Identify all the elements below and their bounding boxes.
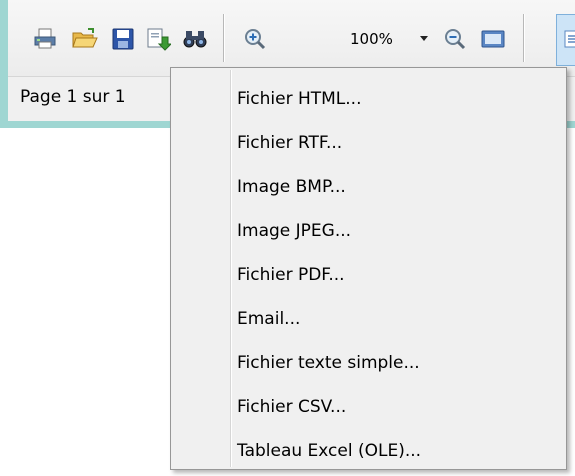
zoom-value: 100% [350, 30, 393, 48]
menu-item-label: Image BMP... [237, 177, 346, 197]
find-icon [183, 31, 207, 48]
export-menu: Fichier HTML... Fichier RTF... Image BMP… [170, 67, 567, 470]
print-icon [34, 28, 56, 49]
menu-item-html[interactable]: Fichier HTML... [173, 78, 564, 120]
menu-item-bmp[interactable]: Image BMP... [173, 166, 564, 208]
print-button[interactable] [30, 24, 60, 54]
zoom-in-icon [245, 29, 266, 50]
page-view-button[interactable] [478, 24, 508, 54]
menu-item-pdf[interactable]: Fichier PDF... [173, 254, 564, 296]
menu-item-email[interactable]: Email... [173, 298, 564, 340]
menu-item-label: Email... [237, 309, 301, 329]
document-list-icon [564, 30, 575, 48]
menu-item-rtf[interactable]: Fichier RTF... [173, 122, 564, 164]
zoom-select[interactable]: 100% [340, 24, 436, 54]
menu-item-label: Fichier RTF... [237, 133, 343, 153]
toolbar: 100% [8, 0, 575, 76]
menu-item-label: Image JPEG... [237, 221, 352, 241]
menu-item-label: Fichier PDF... [237, 265, 345, 285]
save-icon [112, 28, 134, 50]
menu-item-label: Fichier HTML... [237, 89, 362, 109]
zoom-in-button[interactable] [240, 24, 270, 54]
page-view-icon [481, 30, 505, 48]
export-icon [147, 28, 171, 51]
menu-item-label: Fichier texte simple... [237, 353, 420, 373]
export-dropdown-button[interactable] [556, 14, 575, 66]
open-folder-icon [72, 28, 98, 48]
toolbar-separator [223, 14, 224, 62]
find-button[interactable] [180, 24, 210, 54]
chevron-down-icon[interactable] [420, 36, 428, 41]
menu-item-label: Tableau Excel (OLE)... [237, 441, 422, 461]
zoom-out-button[interactable] [440, 24, 470, 54]
zoom-out-icon [445, 29, 466, 50]
toolbar-separator [523, 14, 524, 62]
export-button[interactable] [143, 24, 173, 54]
save-button[interactable] [108, 24, 138, 54]
menu-item-csv[interactable]: Fichier CSV... [173, 386, 564, 428]
menu-item-text[interactable]: Fichier texte simple... [173, 342, 564, 384]
page-indicator: Page 1 sur 1 [20, 87, 126, 107]
menu-item-jpeg[interactable]: Image JPEG... [173, 210, 564, 252]
menu-item-excel[interactable]: Tableau Excel (OLE)... [173, 430, 564, 472]
open-button[interactable] [70, 24, 100, 54]
menu-item-label: Fichier CSV... [237, 397, 347, 417]
